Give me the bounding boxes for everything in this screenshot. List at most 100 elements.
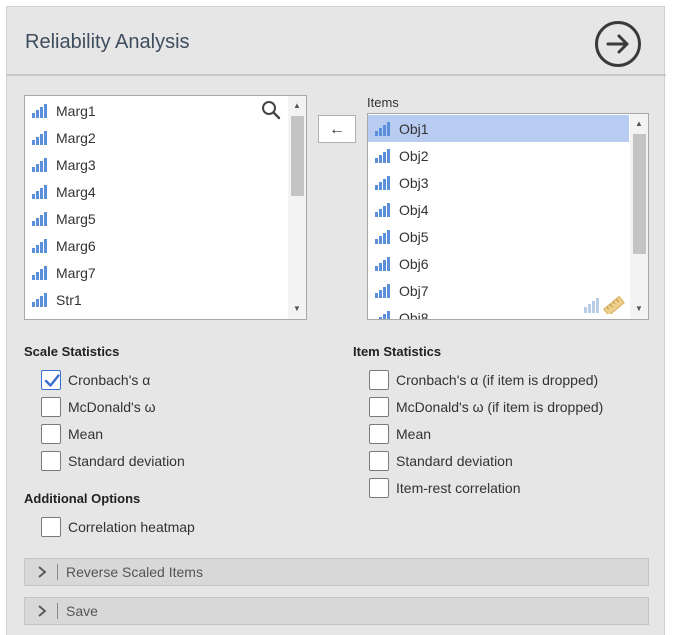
option-label: Mean	[396, 426, 432, 442]
variable-label: Marg1	[56, 102, 96, 119]
search-icon[interactable]	[261, 100, 281, 120]
variable-item[interactable]: Str1	[25, 286, 287, 313]
checkbox[interactable]	[369, 397, 389, 417]
continuous-variable-icon	[375, 202, 390, 217]
continuous-variable-icon	[375, 229, 390, 244]
checkbox[interactable]	[369, 478, 389, 498]
measure-type-icon	[584, 295, 625, 314]
checkbox[interactable]	[369, 451, 389, 471]
variable-item[interactable]: Marg1	[25, 97, 287, 124]
continuous-variable-icon	[375, 283, 390, 298]
variable-label: Obj7	[399, 282, 429, 299]
checkbox[interactable]	[41, 451, 61, 471]
items-label: Items	[367, 95, 399, 110]
variable-label: Obj1	[399, 120, 429, 137]
option-label: Cronbach's α	[68, 372, 151, 388]
variable-label: Str1	[56, 291, 82, 308]
variable-label: Obj3	[399, 174, 429, 191]
option-label: Item-rest correlation	[396, 480, 521, 496]
variable-label: Marg3	[56, 156, 96, 173]
continuous-variable-icon	[375, 256, 390, 271]
scale-statistics-title: Scale Statistics	[24, 344, 120, 359]
continuous-variable-icon	[32, 157, 47, 172]
option-row[interactable]: Mean	[41, 423, 103, 445]
variable-label: Marg6	[56, 237, 96, 254]
variable-item[interactable]: Marg2	[25, 124, 287, 151]
option-row[interactable]: Standard deviation	[369, 450, 513, 472]
continuous-variable-icon	[375, 175, 390, 190]
variable-item[interactable]: Marg5	[25, 205, 287, 232]
variable-item[interactable]: Obj5	[368, 223, 629, 250]
checkbox[interactable]	[41, 397, 61, 417]
scroll-thumb[interactable]	[633, 134, 646, 254]
continuous-variable-icon	[375, 148, 390, 163]
checkbox[interactable]	[369, 370, 389, 390]
option-row[interactable]: Item-rest correlation	[369, 477, 520, 499]
option-label: Cronbach's α (if item is dropped)	[396, 372, 599, 388]
run-analysis-button[interactable]	[595, 21, 641, 67]
option-row[interactable]: McDonald's ω (if item is dropped)	[369, 396, 603, 418]
variable-item[interactable]: Marg4	[25, 178, 287, 205]
continuous-variable-icon	[32, 103, 47, 118]
continuous-variable-icon	[32, 130, 47, 145]
option-label: Correlation heatmap	[68, 519, 195, 535]
checkbox[interactable]	[41, 424, 61, 444]
variable-item[interactable]: Obj1	[368, 115, 629, 142]
save-label: Save	[66, 603, 98, 619]
checkbox[interactable]	[369, 424, 389, 444]
variable-label: Marg4	[56, 183, 96, 200]
scroll-thumb[interactable]	[291, 116, 304, 196]
items-list-scrollbar[interactable]: ▲ ▼	[630, 114, 648, 319]
continuous-variable-icon	[32, 184, 47, 199]
variable-label: Obj8	[399, 309, 429, 320]
item-statistics-title: Item Statistics	[353, 344, 442, 359]
source-list-scrollbar[interactable]: ▲ ▼	[288, 96, 306, 319]
continuous-variable-icon	[32, 238, 47, 253]
scroll-up-arrow[interactable]: ▲	[288, 98, 306, 114]
variable-item[interactable]: Obj2	[368, 142, 629, 169]
chevron-right-icon	[38, 605, 47, 617]
reverse-scaled-items-label: Reverse Scaled Items	[66, 564, 203, 580]
variable-item[interactable]: Obj6	[368, 250, 629, 277]
checkbox-checked[interactable]	[41, 370, 61, 390]
chevron-right-icon	[38, 566, 47, 578]
option-label: McDonald's ω	[68, 399, 156, 415]
move-variable-button[interactable]: ←	[318, 115, 356, 143]
variable-label: Obj4	[399, 201, 429, 218]
scroll-up-arrow[interactable]: ▲	[630, 116, 648, 132]
option-label: Standard deviation	[396, 453, 513, 469]
scroll-down-arrow[interactable]: ▼	[288, 301, 306, 317]
page-title: Reliability Analysis	[25, 31, 190, 53]
option-row[interactable]: Mean	[369, 423, 431, 445]
option-label: McDonald's ω (if item is dropped)	[396, 399, 604, 415]
additional-options-title: Additional Options	[24, 491, 141, 506]
reverse-scaled-items-section[interactable]: Reverse Scaled Items	[24, 558, 649, 586]
continuous-variable-icon	[379, 310, 390, 319]
variable-item[interactable]: Marg3	[25, 151, 287, 178]
arrow-right-circle-icon	[606, 34, 629, 54]
scroll-down-arrow[interactable]: ▼	[630, 301, 648, 317]
variable-label: Marg7	[56, 264, 96, 281]
continuous-variable-icon	[32, 292, 47, 307]
variable-label: Obj6	[399, 255, 429, 272]
option-label: Standard deviation	[68, 453, 185, 469]
variable-item[interactable]: Obj4	[368, 196, 629, 223]
source-variable-list[interactable]: Str1 Marg7 Marg6 Marg5 Marg4 Marg3 Marg2 Marg1 …	[24, 95, 307, 320]
variable-item[interactable]: Obj3	[368, 169, 629, 196]
option-row[interactable]: Correlation heatmap	[41, 516, 195, 538]
option-row[interactable]: Cronbach's α	[41, 369, 150, 391]
checkbox[interactable]	[41, 517, 61, 537]
continuous-variable-icon	[375, 121, 390, 136]
separator	[57, 603, 58, 619]
option-row[interactable]: McDonald's ω	[41, 396, 156, 418]
title-divider	[7, 74, 666, 76]
variable-label: Marg5	[56, 210, 96, 227]
option-row[interactable]: Standard deviation	[41, 450, 185, 472]
analysis-panel: Reliability Analysis Str1 Marg7 Marg6 Marg5…	[6, 6, 666, 635]
option-row[interactable]: Cronbach's α (if item is dropped)	[369, 369, 598, 391]
variable-item[interactable]: Marg6	[25, 232, 287, 259]
items-variable-list[interactable]: Obj8 Obj7 Obj6 Obj5 Obj4 Obj3 Obj2 Obj1 ▲ ▼	[367, 113, 649, 320]
variable-label: Obj2	[399, 147, 429, 164]
variable-item[interactable]: Marg7	[25, 259, 287, 286]
save-section[interactable]: Save	[24, 597, 649, 625]
